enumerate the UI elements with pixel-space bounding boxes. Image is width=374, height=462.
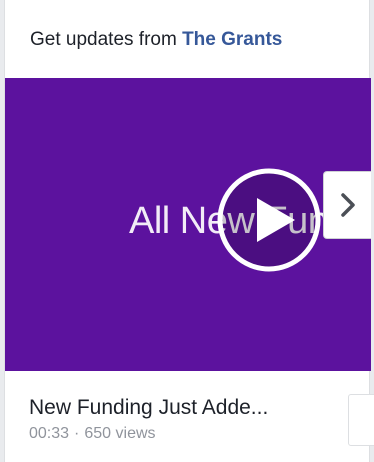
- chevron-right-icon: [340, 193, 355, 217]
- view-count: 650 views: [84, 425, 156, 442]
- next-video-button[interactable]: [323, 171, 371, 239]
- next-card-edge[interactable]: [348, 394, 374, 446]
- header-prefix: Get updates from: [30, 29, 177, 50]
- play-icon[interactable]: [215, 166, 323, 274]
- video-thumbnail[interactable]: All New Fundi: [5, 78, 371, 371]
- video-title[interactable]: New Funding Just Adde...: [29, 396, 268, 420]
- meta-separator: ·: [74, 425, 80, 442]
- page-name-link[interactable]: The Grants: [182, 29, 282, 50]
- card-header: Get updates from The Grants: [30, 29, 282, 51]
- video-duration: 00:33: [29, 425, 70, 442]
- video-meta: 00:33 · 650 views: [29, 425, 156, 443]
- video-card: Get updates from The Grants All New Fund…: [4, 0, 371, 462]
